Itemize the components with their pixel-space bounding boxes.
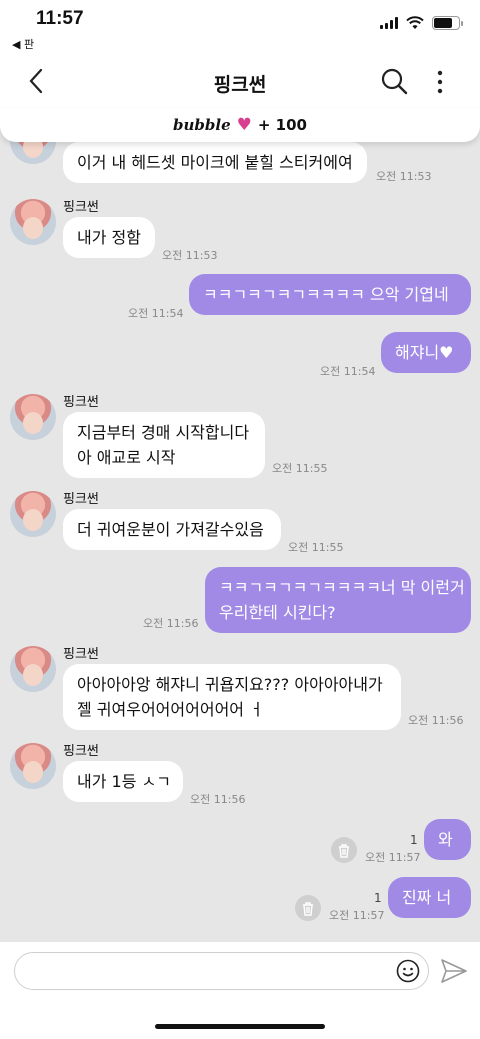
status-bar: 11:57 ◀ 판 <box>0 0 480 54</box>
message-bubble[interactable]: ㅋㅋㄱㅋㄱㅋㄱㅋㅋㅋㅋ너 막 이런거 우리한테 시킨다? <box>205 567 471 633</box>
message-time: 오전 11:54 <box>320 365 376 378</box>
message-time: 오전 11:55 <box>288 541 344 554</box>
sender-name: 핑크썬 <box>63 492 99 507</box>
chat-thread[interactable]: 이거 내 헤드셋 마이크에 붙힐 스티커에여 오전 11:53 핑크썬 내가 정… <box>0 110 480 942</box>
message-line: 지금부터 경매 시작합니다 <box>77 423 250 442</box>
sender-name: 핑크썬 <box>63 200 99 215</box>
message-time: 오전 11:53 <box>162 249 218 262</box>
home-indicator[interactable] <box>155 1024 325 1029</box>
back-to-app-link[interactable]: ◀ 판 <box>12 36 34 52</box>
system-icons <box>380 16 463 30</box>
avatar[interactable] <box>10 646 56 692</box>
trash-icon[interactable] <box>331 837 357 863</box>
chat-title: 핑크썬 <box>213 74 267 96</box>
search-icon[interactable] <box>380 67 408 95</box>
message-time: 오전 11:57 <box>365 851 421 864</box>
message-time: 오전 11:56 <box>190 793 246 806</box>
message-bubble[interactable]: 진짜 너 <box>388 877 471 918</box>
avatar[interactable] <box>10 199 56 245</box>
bubble-logo: bubble <box>173 116 231 134</box>
message-time: 오전 11:54 <box>128 307 184 320</box>
message-bubble[interactable]: 더 귀여운분이 가져갈수있음 <box>63 509 281 550</box>
message-line: ㅋㅋㄱㅋㄱㅋㄱㅋㅋㅋㅋ너 막 이런거 <box>219 578 465 597</box>
sender-name: 핑크썬 <box>63 395 99 410</box>
message-time: 오전 11:53 <box>376 170 432 183</box>
unread-count: 1 <box>374 891 382 905</box>
message-bubble[interactable]: ㅋㅋㄱㅋㄱㅋㄱㅋㅋㅋㅋ 으악 기엽네 <box>189 274 471 315</box>
message-bubble[interactable]: 해쟈니♥ <box>381 332 471 373</box>
nav-bar: 핑크썬 <box>0 54 480 110</box>
message-line: 아 애교로 시작 <box>77 448 176 467</box>
avatar[interactable] <box>10 394 56 440</box>
avatar[interactable] <box>10 491 56 537</box>
message-time: 오전 11:56 <box>143 617 199 630</box>
battery-icon <box>432 16 463 30</box>
message-input[interactable] <box>14 952 429 990</box>
bubble-points-bar[interactable]: bubble ♥ + 100 <box>0 108 480 142</box>
message-bubble[interactable]: 이거 내 헤드셋 마이크에 붙힐 스티커에여 <box>63 142 367 183</box>
more-vertical-icon[interactable] <box>430 68 450 96</box>
bubble-count: + 100 <box>257 116 307 134</box>
composer <box>0 942 480 1039</box>
message-line: 젤 귀여우어어어어어어어 ㅓ <box>77 700 264 719</box>
message-bubble[interactable]: 와 <box>424 819 471 860</box>
message-time: 오전 11:56 <box>408 714 464 727</box>
message-time: 오전 11:55 <box>272 462 328 475</box>
smile-icon[interactable] <box>396 959 420 983</box>
wifi-icon <box>406 16 424 29</box>
message-bubble[interactable]: 내가 정함 <box>63 217 155 258</box>
message-bubble[interactable]: 내가 1등 ㅅㄱ <box>63 761 183 802</box>
cellular-signal-icon <box>380 17 398 29</box>
message-time: 오전 11:57 <box>329 909 385 922</box>
message-line: 아아아아앙 해쟈니 귀욥지요??? 아아아아내가 <box>77 675 383 694</box>
send-icon[interactable] <box>440 958 468 984</box>
status-time: 11:57 <box>36 8 84 29</box>
message-bubble[interactable]: 아아아아앙 해쟈니 귀욥지요??? 아아아아내가 젤 귀여우어어어어어어어 ㅓ <box>63 664 401 730</box>
message-line: 우리한테 시킨다? <box>219 603 336 622</box>
message-bubble[interactable]: 지금부터 경매 시작합니다 아 애교로 시작 <box>63 412 265 478</box>
trash-icon[interactable] <box>295 895 321 921</box>
avatar[interactable] <box>10 743 56 789</box>
sender-name: 핑크썬 <box>63 647 99 662</box>
sender-name: 핑크썬 <box>63 744 99 759</box>
unread-count: 1 <box>410 833 418 847</box>
heart-icon: ♥ <box>236 115 252 135</box>
